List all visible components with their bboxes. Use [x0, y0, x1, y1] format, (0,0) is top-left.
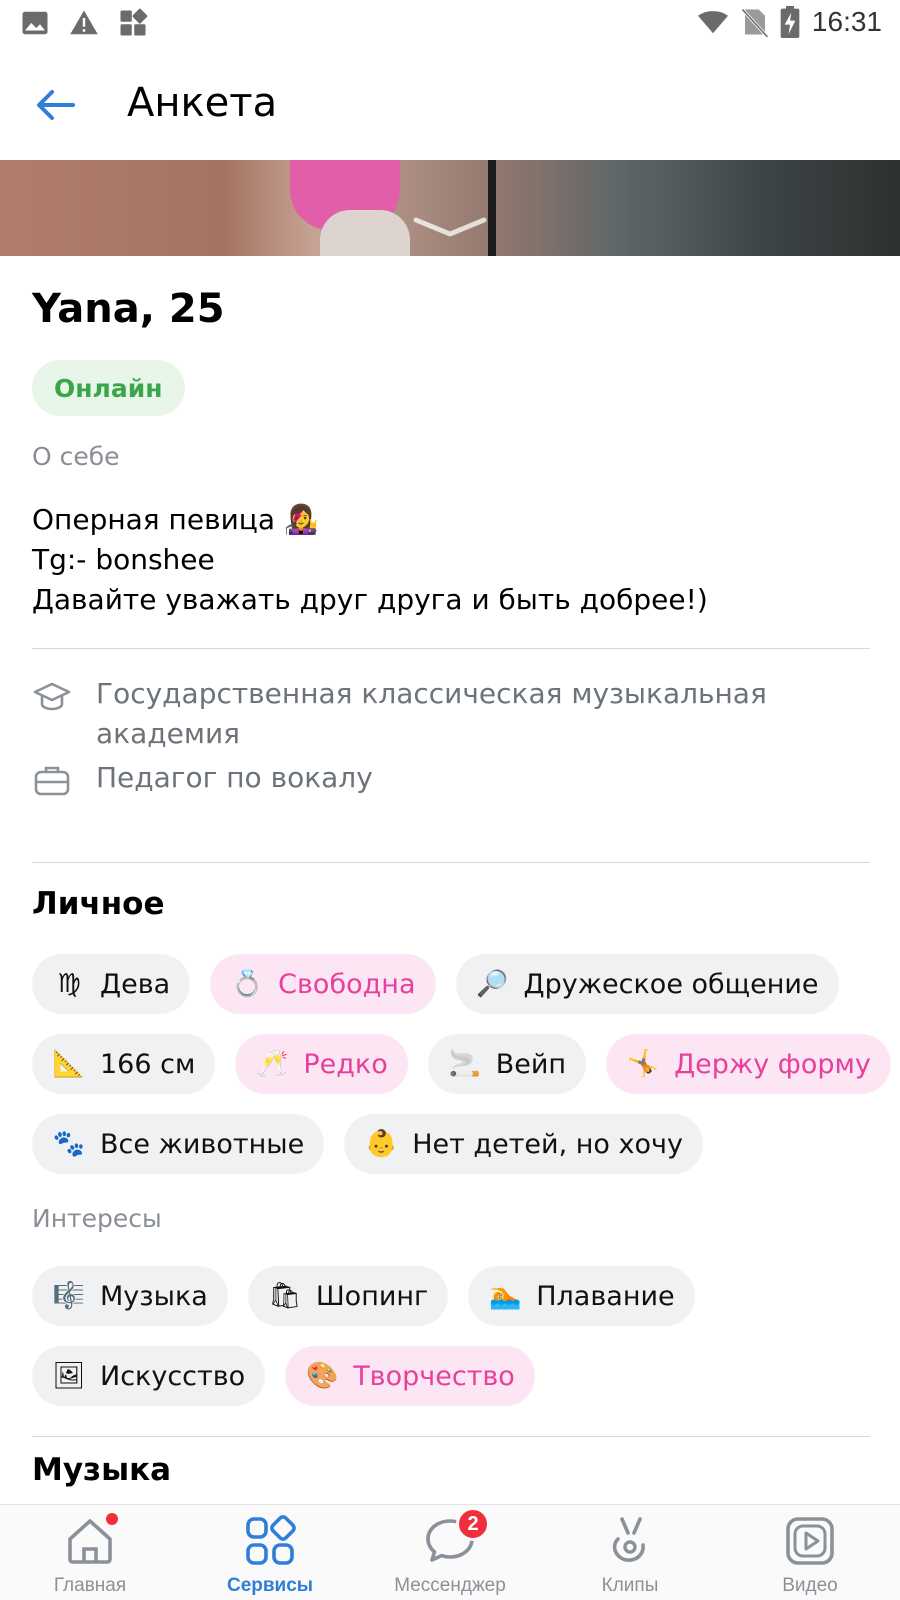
- chip-label: Редко: [303, 1048, 388, 1080]
- app-bar: Анкета: [0, 60, 900, 150]
- briefcase-icon: [34, 766, 70, 796]
- chip[interactable]: 🥂 Редко: [235, 1034, 408, 1094]
- job-row: Педагог по вокалу: [32, 758, 870, 800]
- image-icon: [22, 11, 48, 35]
- nav-label: Мессенджер: [394, 1575, 506, 1596]
- education-text: Государственная классическая музыкальная…: [96, 677, 767, 750]
- clips-icon: [604, 1515, 656, 1567]
- divider: [32, 1436, 870, 1437]
- chip-emoji-icon: 🖼: [52, 1361, 86, 1391]
- music-section-title: Музыка: [32, 1452, 172, 1488]
- chip[interactable]: 🎼 Музыка: [32, 1266, 228, 1326]
- chip-emoji-icon: 🎨: [306, 1361, 339, 1391]
- status-right-icons: 16:31: [696, 6, 882, 38]
- nav-item-home[interactable]: Главная: [0, 1505, 180, 1600]
- chip-label: Шопинг: [315, 1280, 429, 1312]
- chip[interactable]: ♍ Дева: [32, 954, 191, 1014]
- unread-badge: 2: [456, 1507, 490, 1541]
- nav-label: Видео: [782, 1575, 838, 1596]
- interests-label: Интересы: [32, 1204, 162, 1233]
- photo-detail: [320, 210, 410, 256]
- chip[interactable]: 📐 166 см: [32, 1034, 216, 1094]
- profile-name-age: Yana, 25: [32, 286, 225, 332]
- nav-item-clips[interactable]: Клипы: [540, 1505, 720, 1600]
- chip-emoji-icon: 🚬: [448, 1049, 481, 1079]
- home-icon: [64, 1513, 118, 1567]
- chip-emoji-icon: ♍: [57, 969, 81, 999]
- education-row: Государственная классическая музыкальная…: [32, 674, 870, 754]
- chip[interactable]: 🏊 Плавание: [468, 1266, 695, 1326]
- chip-emoji-icon: 📐: [52, 1049, 86, 1079]
- notification-dot: [106, 1513, 118, 1525]
- status-time: 16:31: [811, 6, 882, 37]
- nav-item-services[interactable]: Сервисы: [180, 1505, 360, 1600]
- divider: [32, 862, 870, 863]
- chevron-down-icon[interactable]: [412, 212, 488, 242]
- apps-icon: [120, 8, 148, 36]
- chip-emoji-icon: 🥂: [256, 1049, 289, 1079]
- chip[interactable]: 👶 Нет детей, но хочу: [344, 1114, 703, 1174]
- about-text: Оперная певица 👩‍🎤 Tg:- bonshee Давайте …: [32, 500, 870, 620]
- chip-label: Плавание: [536, 1280, 675, 1312]
- chip-emoji-icon: 🔎: [476, 969, 509, 999]
- chip-emoji-icon: 🏊: [489, 1281, 522, 1311]
- nav-item-video[interactable]: Видео: [720, 1505, 900, 1600]
- personal-section-title: Личное: [32, 886, 165, 922]
- chip[interactable]: 🤸 Держу форму: [606, 1034, 891, 1094]
- about-label: О себе: [32, 442, 120, 471]
- battery-charging-icon: [780, 6, 800, 38]
- chip-label: Искусство: [100, 1360, 246, 1392]
- nav-label: Главная: [53, 1575, 127, 1596]
- divider: [32, 648, 870, 649]
- chip-label: Музыка: [100, 1280, 208, 1312]
- about-line: Давайте уважать друг друга и быть добрее…: [32, 583, 708, 616]
- personal-chips: ♍ Дева 💍 Свободна 🔎 Дружеское общение 📐 166 см 🥂…: [32, 954, 892, 1174]
- chip-label: Держу форму: [674, 1048, 871, 1080]
- chip-label: Нет детей, но хочу: [412, 1128, 683, 1160]
- chip[interactable]: 🔎 Дружеское общение: [455, 954, 839, 1014]
- about-line: Tg:- bonshee: [32, 543, 215, 576]
- page-title: Анкета: [127, 80, 278, 126]
- graduation-cap-icon: [33, 682, 71, 711]
- services-icon: [244, 1515, 296, 1567]
- chip-emoji-icon: 💍: [230, 969, 264, 999]
- chip[interactable]: 🐾 Все животные: [32, 1114, 325, 1174]
- chip-label: 166 см: [100, 1048, 196, 1080]
- chip[interactable]: 🚬 Вейп: [427, 1034, 587, 1094]
- chip-emoji-icon: 👶: [365, 1129, 398, 1159]
- chip[interactable]: 💍 Свободна: [210, 954, 436, 1014]
- status-bar: 16:31: [0, 0, 900, 50]
- chip-label: Дружеское общение: [523, 968, 819, 1000]
- about-line: Оперная певица 👩‍🎤: [32, 503, 319, 536]
- nav-label: Клипы: [601, 1575, 659, 1596]
- bottom-navigation: Главная Сервисы 2 Мессенджер Клипы Видео: [0, 1504, 900, 1600]
- warning-icon: [70, 10, 98, 35]
- chip-emoji-icon: 🛍: [268, 1281, 302, 1311]
- nav-item-messenger[interactable]: 2 Мессенджер: [360, 1505, 540, 1600]
- chip[interactable]: 🛍 Шопинг: [247, 1266, 449, 1326]
- video-icon: [784, 1515, 836, 1567]
- chip[interactable]: 🎨 Творчество: [285, 1346, 535, 1406]
- chip-emoji-icon: 🤸: [626, 1049, 660, 1079]
- interest-chips: 🎼 Музыка 🛍 Шопинг 🏊 Плавание 🖼 Искусство 🎨 Творче…: [32, 1266, 892, 1406]
- no-sim-icon: [741, 8, 768, 37]
- photo-detail: [488, 160, 496, 256]
- chip-label: Все животные: [100, 1128, 305, 1160]
- messenger-icon: 2: [424, 1507, 490, 1567]
- chip-emoji-icon: 🐾: [52, 1129, 86, 1159]
- chip-label: Творчество: [353, 1360, 515, 1392]
- online-status-badge: Онлайн: [32, 360, 185, 416]
- chip-label: Дева: [100, 968, 171, 1000]
- chip-label: Вейп: [495, 1048, 567, 1080]
- arrow-left-icon: [37, 90, 75, 120]
- wifi-icon: [697, 11, 728, 34]
- nav-label: Сервисы: [226, 1575, 314, 1596]
- chip-label: Свободна: [278, 968, 416, 1000]
- job-text: Педагог по вокалу: [96, 761, 373, 794]
- back-button[interactable]: [30, 80, 80, 130]
- chip[interactable]: 🖼 Искусство: [32, 1346, 266, 1406]
- chip-emoji-icon: 🎼: [52, 1281, 86, 1311]
- status-left-icons: [20, 8, 148, 38]
